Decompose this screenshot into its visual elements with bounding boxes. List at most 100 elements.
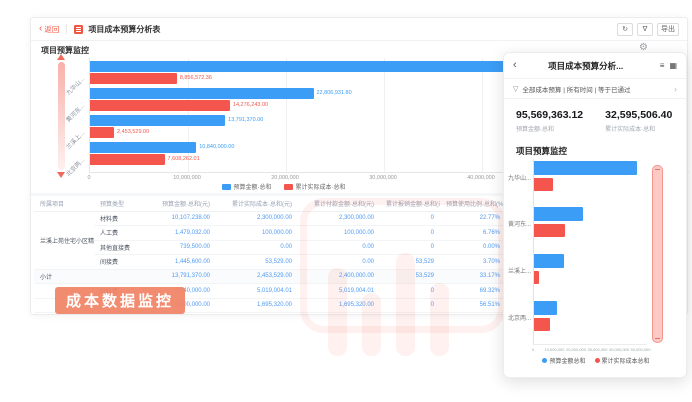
panel-filter-bar[interactable]: ▽ 全部成本预算 | 所有时间 | 等于已通过 ›	[504, 78, 686, 99]
sort-icon[interactable]: ≡	[660, 62, 665, 70]
column-header: 预算使用比例·总和(%)	[440, 196, 506, 211]
column-header: 所属项目	[34, 196, 94, 211]
budget-bar[interactable]	[534, 207, 583, 221]
panel-title: 项目成本预算分析...	[517, 60, 655, 72]
gridline	[384, 58, 385, 172]
actual-cost-bar[interactable]: 8,856,572.36	[90, 73, 177, 84]
actual-cost-bar[interactable]	[534, 224, 565, 237]
cell-reimbursed-amount: 0	[380, 226, 440, 241]
actual-cost-bar[interactable]	[534, 178, 553, 191]
legend-item-actual[interactable]: 累计实际成本·总和	[284, 182, 346, 191]
y-axis-category-label: 北京两...	[64, 155, 87, 178]
legend-label: 预算金额·总和	[234, 182, 272, 191]
back-button[interactable]: ‹ 返回	[39, 24, 59, 35]
cell-budget-type: 材料费	[94, 211, 148, 226]
x-axis-tick: 30,000,000	[587, 347, 607, 352]
slider-handle[interactable]	[655, 169, 660, 170]
legend-dot-red	[595, 358, 600, 363]
kpi-actual-total: 32,595,506.40 累计实际成本·总和	[605, 109, 672, 133]
kpi-label: 预算金额·总和	[516, 124, 583, 133]
budget-bar[interactable]	[534, 301, 557, 315]
export-label: 导出	[661, 24, 675, 34]
budget-bar[interactable]: 13,791,370.00	[90, 115, 225, 126]
legend-item-budget[interactable]: 预算金额·总和	[222, 182, 272, 191]
panel-chart-ticks: 010,000,00020,000,00030,000,00040,000,00…	[533, 347, 647, 353]
budget-bar[interactable]: 10,840,000.00	[90, 142, 196, 153]
cell-actual-cost: 2,300,000.00	[216, 211, 298, 226]
cell-budget-type	[94, 269, 148, 284]
cell-budget-type: 人工费	[94, 226, 148, 241]
datazoom-up-arrow[interactable]	[57, 54, 65, 60]
x-axis-tick: 20,000,000	[566, 347, 586, 352]
filter-text: 全部成本预算 | 所有时间 | 等于已通过	[522, 84, 630, 94]
actual-cost-bar[interactable]: 14,276,243.00	[90, 100, 230, 111]
actual-cost-bar[interactable]: 2,453,529.00	[90, 127, 114, 138]
gridline	[482, 58, 483, 172]
slider-handle[interactable]	[655, 338, 660, 339]
bar-value-label: 22,806,931.80	[317, 90, 352, 96]
y-axis-category-label: 兰溪上...	[508, 266, 532, 275]
budget-bar[interactable]	[534, 254, 564, 268]
cell-paid-amount: 100,000.00	[298, 226, 380, 241]
cell-reimbursed-amount: 0	[380, 298, 440, 313]
x-axis-tick: 20,000,000	[271, 175, 299, 181]
cell-budget-type: 其他直接费	[94, 240, 148, 255]
y-axis-category-label: 黄河东...	[508, 219, 532, 228]
legend-label: 累计实际成本总和	[602, 356, 650, 365]
cell-usage-ratio: 56.51%	[440, 298, 506, 313]
cell-budget-type: 间接费	[94, 255, 148, 270]
column-header: 累计付款金额·总和(元)	[298, 196, 380, 211]
filter-funnel-icon: ∇	[643, 25, 648, 33]
bar-value-label: 14,276,243.00	[233, 102, 268, 108]
legend-item-actual[interactable]: 累计实际成本总和	[595, 356, 650, 365]
actual-cost-bar[interactable]: 7,608,262.01	[90, 154, 165, 165]
cell-usage-ratio: 69.32%	[440, 284, 506, 299]
page-title: 项目成本预算分析表	[88, 24, 160, 35]
cell-actual-cost: 53,529.00	[216, 255, 298, 270]
filter-button[interactable]: ∇	[637, 23, 653, 36]
budget-bar[interactable]	[534, 161, 637, 175]
panel-chart-plot	[533, 159, 647, 345]
panel-header: ‹ 项目成本预算分析... ≡ ▦	[504, 53, 686, 78]
small-funnel-icon: ▽	[513, 85, 518, 93]
table-view-icon[interactable]: ▦	[669, 62, 677, 70]
table-row: 兰溪上苑住宅小区精装修第...材料费10,107,238.002,300,000…	[34, 211, 506, 226]
cell-usage-ratio: 33.17%	[440, 269, 506, 284]
panel-chart-legend: 预算金额总和 累计实际成本总和	[504, 356, 688, 365]
y-axis-category-label: 兰溪上...	[64, 128, 87, 151]
refresh-button[interactable]: ↻	[617, 23, 633, 36]
panel-section-title: 项目预算监控	[504, 133, 686, 157]
budget-bar[interactable]: 22,806,931.80	[90, 88, 314, 99]
kpi-row: 95,569,363.12 预算金额·总和 32,595,506.40 累计实际…	[504, 99, 686, 133]
legend-item-budget[interactable]: 预算金额总和	[542, 356, 585, 365]
table-row: 其他直接费739,500.000.000.0000.00%	[34, 240, 506, 255]
export-button[interactable]: 导出	[657, 23, 679, 36]
bar-value-label: 7,608,262.01	[168, 156, 200, 162]
actual-cost-bar[interactable]	[534, 271, 539, 284]
cell-usage-ratio: 0.00%	[440, 240, 506, 255]
cell-reimbursed-amount: 53,529	[380, 255, 440, 270]
x-axis-tick: 0	[532, 347, 534, 352]
cell-actual-cost: 2,453,529.00	[216, 269, 298, 284]
cell-paid-amount: 5,019,004.01	[298, 284, 380, 299]
refresh-icon: ↻	[622, 25, 628, 33]
main-chart-legend: 预算金额·总和 累计实际成本·总和	[31, 182, 536, 191]
y-axis-category-label: 九华山...	[64, 74, 87, 97]
legend-swatch-blue	[222, 184, 231, 190]
cell-usage-ratio: 3.70%	[440, 255, 506, 270]
legend-swatch-red	[284, 184, 293, 190]
x-axis-tick: 10,000,000	[173, 175, 201, 181]
table-row-subtotal: 小计13,791,370.002,453,529.002,400,000.005…	[34, 269, 506, 284]
bar-value-label: 2,453,529.00	[117, 129, 149, 135]
table-row: 人工费1,479,032.00100,000.00100,000.0006.76…	[34, 226, 506, 241]
toolbar-divider	[66, 24, 67, 34]
cell-reimbursed-amount: 0	[380, 240, 440, 255]
kpi-value: 95,569,363.12	[516, 109, 583, 121]
actual-cost-bar[interactable]	[534, 318, 550, 331]
budget-bar[interactable]	[90, 61, 560, 72]
datazoom-down-arrow[interactable]	[57, 172, 65, 178]
cell-actual-cost: 1,695,320.00	[216, 298, 298, 313]
legend-label: 预算金额总和	[549, 356, 585, 365]
cell-usage-ratio: 22.77%	[440, 211, 506, 226]
panel-datazoom-slider[interactable]	[652, 165, 663, 343]
